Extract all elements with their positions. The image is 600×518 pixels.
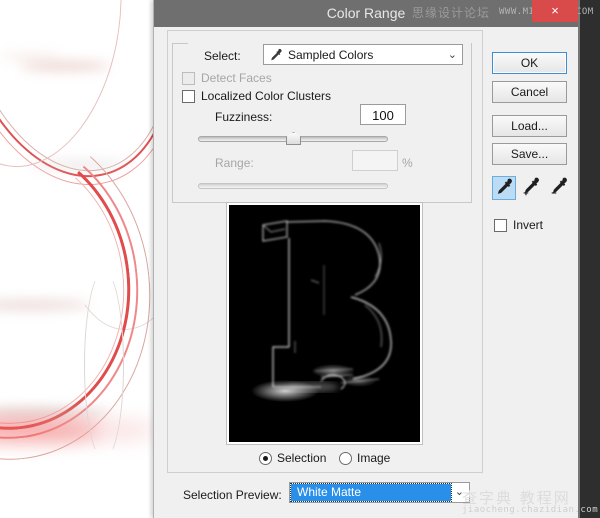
range-label: Range: xyxy=(215,156,254,170)
radio-dot xyxy=(263,456,268,461)
invert-label: Invert xyxy=(513,218,543,233)
detect-faces-label: Detect Faces xyxy=(201,71,272,86)
ok-button[interactable]: OK xyxy=(492,52,567,74)
eyedropper-subtract-icon[interactable] xyxy=(548,176,572,200)
radio-circle[interactable] xyxy=(339,452,352,465)
save-button[interactable]: Save... xyxy=(492,143,567,165)
decorative-smudge xyxy=(0,54,60,59)
close-button[interactable]: × xyxy=(532,0,578,22)
slider-thumb[interactable] xyxy=(286,132,301,145)
chevron-down-icon[interactable]: ⌄ xyxy=(455,483,464,502)
controls-panel: Select: Sampled Colors ⌄ Detect Faces Lo… xyxy=(167,30,483,473)
dialog-button-column: OK Cancel Load... Save... xyxy=(492,27,578,518)
selection-preview-dropdown[interactable]: White Matte ⌄ xyxy=(289,482,470,503)
color-range-dialog: Color Range 思缘设计论坛 WWW.MISSYUAN.COM × Se… xyxy=(153,0,577,518)
select-dropdown[interactable]: Sampled Colors ⌄ xyxy=(263,44,463,65)
checkbox-box[interactable] xyxy=(494,219,507,232)
preview-mode-selection-label: Selection xyxy=(277,451,326,466)
load-button[interactable]: Load... xyxy=(492,115,567,137)
eyedropper-add-icon[interactable] xyxy=(520,176,544,200)
preview-thumbnail[interactable] xyxy=(226,202,423,445)
cancel-button[interactable]: Cancel xyxy=(492,81,567,103)
fuzziness-input[interactable]: 100 xyxy=(360,104,406,125)
range-slider xyxy=(198,179,388,193)
preview-mode-image-label: Image xyxy=(357,451,390,466)
dialog-titlebar[interactable]: Color Range 思缘设计论坛 WWW.MISSYUAN.COM × xyxy=(154,0,578,27)
radio-circle[interactable] xyxy=(259,452,272,465)
eyedropper-icon[interactable] xyxy=(492,176,516,200)
range-unit-label: % xyxy=(402,156,413,170)
eyedropper-tool-group xyxy=(492,176,572,202)
decorative-smudge xyxy=(20,62,110,70)
chevron-down-icon[interactable]: ⌄ xyxy=(448,45,457,66)
groupbox-corner xyxy=(172,43,188,44)
watermark-forum-name: 思缘设计论坛 xyxy=(412,4,490,21)
range-input xyxy=(352,150,398,171)
preview-canvas xyxy=(229,205,420,442)
select-label: Select: xyxy=(204,49,241,63)
checkbox-box xyxy=(182,72,195,85)
fuzziness-slider[interactable] xyxy=(198,132,388,146)
decorative-arc xyxy=(84,270,124,460)
dialog-body: Select: Sampled Colors ⌄ Detect Faces Lo… xyxy=(154,27,578,518)
selection-preview-value: White Matte xyxy=(291,484,451,501)
localized-color-clusters-label: Localized Color Clusters xyxy=(201,89,331,104)
slider-track xyxy=(198,183,388,189)
selection-preview-image xyxy=(229,205,420,442)
fuzziness-label: Fuzziness: xyxy=(215,110,272,124)
eyedropper-icon xyxy=(268,48,283,63)
selection-preview-label: Selection Preview: xyxy=(183,488,282,502)
select-value: Sampled Colors xyxy=(288,45,373,66)
checkbox-box[interactable] xyxy=(182,90,195,103)
